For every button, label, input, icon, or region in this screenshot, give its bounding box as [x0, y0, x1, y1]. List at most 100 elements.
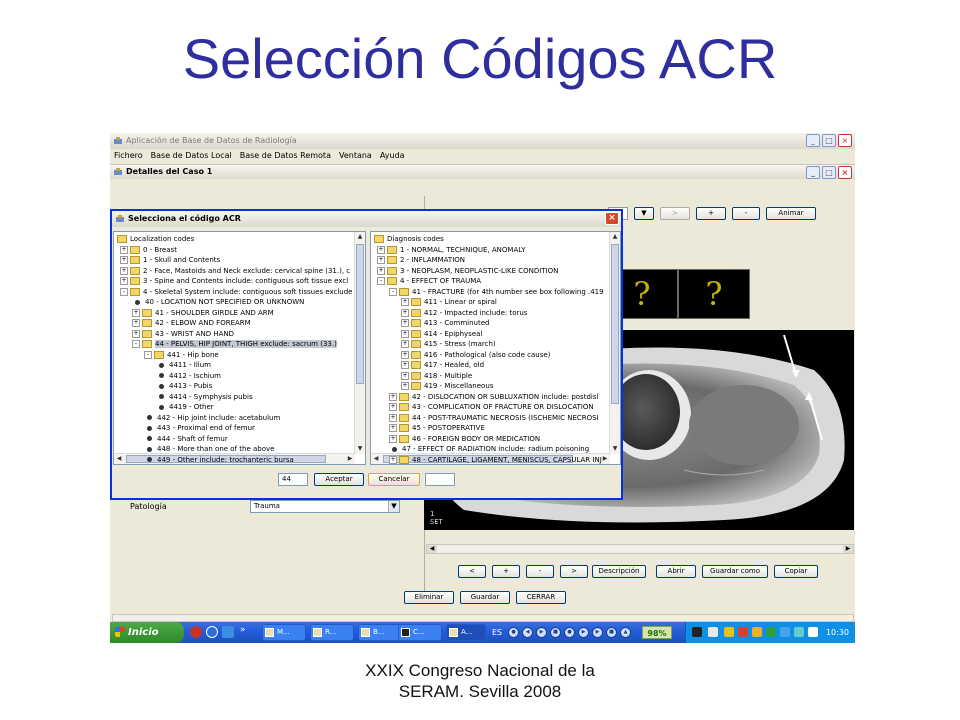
tree-node[interactable]: +419 - Miscellaneous: [401, 381, 493, 392]
tree-node[interactable]: 442 - Hip joint include: acetabulum: [144, 413, 280, 424]
expand-icon[interactable]: +: [401, 371, 409, 380]
chevron-down-icon[interactable]: ▼: [388, 501, 399, 512]
tree-node[interactable]: +43 - COMPLICATION OF FRACTURE OR DISLOC…: [389, 402, 594, 413]
scrollbar-thumb[interactable]: [356, 244, 364, 384]
next-image-button[interactable]: >: [660, 207, 690, 220]
tree-node[interactable]: +1 - Skull and Contents: [120, 255, 220, 266]
tree-node[interactable]: +46 - FOREIGN BODY OR MEDICATION: [389, 434, 540, 445]
expand-icon[interactable]: +: [120, 277, 128, 285]
scroll-down-icon[interactable]: ▼: [610, 444, 620, 454]
tree-node[interactable]: +2 - Face, Mastoids and Neck exclude: ce…: [120, 266, 350, 277]
expand-icon[interactable]: +: [389, 424, 397, 432]
expand-icon[interactable]: +: [132, 319, 140, 327]
cancelar-button[interactable]: Cancelar: [368, 473, 420, 486]
clock[interactable]: 10:30: [826, 622, 849, 643]
expand-icon[interactable]: +: [377, 245, 385, 254]
guardar-button[interactable]: Guardar: [460, 591, 510, 604]
acr-description-field[interactable]: [425, 473, 455, 486]
tree-node[interactable]: +45 - POSTOPERATIVE: [389, 423, 485, 434]
menu-base-datos-local[interactable]: Base de Datos Local: [151, 149, 232, 163]
add-button[interactable]: +: [492, 565, 520, 578]
tree-node[interactable]: +417 - Healed, old: [401, 360, 484, 371]
diagnosis-tree[interactable]: ▲ ▼ ◀ ▶ Diagnosis codes +1 - NORMAL, TECH…: [370, 231, 621, 465]
animar-button[interactable]: Animar: [766, 207, 816, 220]
scroll-up-icon[interactable]: ▲: [355, 232, 365, 242]
expand-icon[interactable]: +: [401, 308, 409, 317]
tree-node[interactable]: - 41 - FRACTURE (for 4th number see box f…: [389, 287, 604, 298]
expand-icon[interactable]: +: [389, 413, 397, 422]
expand-icon[interactable]: +: [401, 319, 409, 327]
scroll-up-icon[interactable]: ▲: [610, 232, 620, 242]
tree-node[interactable]: 4411 - Ilium: [156, 360, 211, 371]
taskbar-task[interactable]: M...: [262, 624, 306, 641]
scroll-right-icon[interactable]: ▶: [345, 454, 355, 464]
guardar-como-button[interactable]: Guardar como: [702, 565, 768, 578]
tree-node[interactable]: 4419 - Other: [156, 402, 214, 413]
display-icon[interactable]: [708, 627, 718, 637]
tree-node[interactable]: +418 - Multiple: [401, 371, 472, 382]
media-icon[interactable]: ▲: [620, 627, 631, 638]
tree-node[interactable]: +415 - Stress (march): [401, 339, 496, 350]
media-icon[interactable]: ▶: [578, 627, 589, 638]
aceptar-button[interactable]: Aceptar: [314, 473, 364, 486]
expand-icon[interactable]: +: [120, 256, 128, 264]
collapse-icon[interactable]: -: [132, 340, 140, 348]
tree-node[interactable]: - 44 - PELVIS, HIP JOINT, THIGH exclude: …: [132, 339, 337, 350]
zoom-in-button[interactable]: +: [696, 207, 726, 220]
menu-base-datos-remota[interactable]: Base de Datos Remota: [240, 149, 331, 163]
network-icon[interactable]: [692, 627, 702, 637]
expand-icon[interactable]: +: [401, 298, 409, 306]
collapse-icon[interactable]: -: [377, 277, 385, 285]
taskbar-task[interactable]: C...: [398, 624, 442, 641]
expand-icon[interactable]: +: [377, 256, 385, 264]
tree-node[interactable]: +48 - CARTILAGE, LIGAMENT, MENISCUS, CAP…: [389, 455, 602, 465]
tree-node[interactable]: 40 - LOCATION NOT SPECIFIED OR UNKNOWN: [132, 297, 304, 308]
tree-node[interactable]: +412 - Impacted include: torus: [401, 308, 527, 319]
tree-node[interactable]: 449 - Other include: trochanteric bursa: [144, 455, 294, 465]
taskbar-task[interactable]: B...: [358, 624, 402, 641]
quicklaunch-icon[interactable]: [206, 626, 218, 638]
expand-icon[interactable]: +: [389, 392, 397, 401]
media-icon[interactable]: ●: [564, 627, 575, 638]
tree-node[interactable]: - 441 - Hip bone: [144, 350, 219, 361]
tree-node[interactable]: +44 - POST-TRAUMATIC NECROSIS (ISCHEMIC …: [389, 413, 599, 424]
tree-node[interactable]: 4413 - Pubis: [156, 381, 212, 392]
remove-button[interactable]: -: [526, 565, 554, 578]
media-icon[interactable]: ■: [606, 627, 617, 638]
collapse-icon[interactable]: -: [389, 287, 397, 296]
diagnosis-vertical-scrollbar[interactable]: ▲ ▼: [609, 232, 620, 454]
tree-node[interactable]: 444 - Shaft of femur: [144, 434, 228, 445]
tree-node[interactable]: 443 - Proximal end of femur: [144, 423, 255, 434]
acr-code-field[interactable]: 44: [278, 473, 308, 486]
next-button[interactable]: >: [560, 565, 588, 578]
minimize-button[interactable]: _: [806, 134, 820, 147]
sync-icon[interactable]: [794, 627, 804, 637]
tree-node[interactable]: +3 - Spine and Contents include: contigu…: [120, 276, 348, 287]
expand-icon[interactable]: +: [120, 266, 128, 275]
menu-ventana[interactable]: Ventana: [339, 149, 372, 163]
image-horizontal-scrollbar[interactable]: ◀ ▶: [426, 544, 854, 554]
language-indicator[interactable]: ES: [492, 622, 502, 643]
abrir-button[interactable]: Abrir: [656, 565, 696, 578]
window-bottom-scrollbar[interactable]: [112, 614, 854, 622]
scroll-down-icon[interactable]: ▼: [355, 444, 365, 454]
media-icon[interactable]: ▶: [592, 627, 603, 638]
tree-node[interactable]: +3 - NEOPLASM, NEOPLASTIC-LIKE CONDITION: [377, 266, 558, 277]
localization-vertical-scrollbar[interactable]: ▲ ▼: [354, 232, 365, 454]
menu-fichero[interactable]: Fichero: [114, 149, 143, 163]
maximize-button[interactable]: □: [822, 134, 836, 147]
localization-tree[interactable]: ▲ ▼ ◀ ▶ Localization codes +0 - Breast +1 …: [113, 231, 366, 465]
security-icon[interactable]: [766, 627, 776, 637]
media-icon[interactable]: ◀: [522, 627, 533, 638]
collapse-icon[interactable]: -: [144, 350, 152, 359]
expand-icon[interactable]: +: [401, 340, 409, 348]
cerrar-button[interactable]: CERRAR: [516, 591, 566, 604]
tree-root[interactable]: Localization codes: [117, 234, 194, 245]
expand-icon[interactable]: +: [132, 329, 140, 338]
expand-icon[interactable]: +: [132, 308, 140, 317]
tree-node[interactable]: 4414 - Symphysis pubis: [156, 392, 253, 403]
tree-node[interactable]: +414 - Epiphyseal: [401, 329, 482, 340]
scroll-left-icon[interactable]: ◀: [114, 454, 124, 464]
keyboard-icon[interactable]: [808, 627, 818, 637]
tree-node[interactable]: 4412 - Ischium: [156, 371, 221, 382]
